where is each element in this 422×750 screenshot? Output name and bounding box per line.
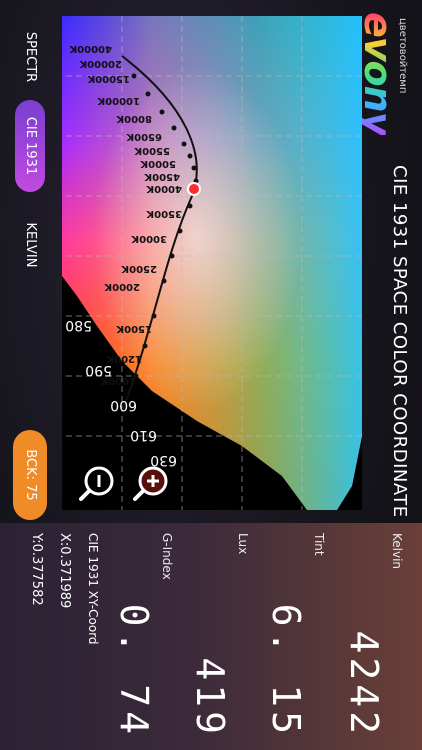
cct-label: 4500K — [143, 171, 180, 182]
lux-label: Lux — [236, 533, 250, 555]
wavelength-label: 610 — [130, 427, 157, 443]
x-coord-value: X:0.371989 — [57, 533, 72, 609]
cct-label: 20000K — [78, 58, 122, 69]
cct-label: 2500K — [120, 263, 157, 274]
cct-label: 6500K — [125, 131, 162, 142]
cct-label: 5500K — [133, 145, 170, 156]
zoom-out-icon — [79, 466, 114, 501]
brand-wordmark: evony — [356, 12, 400, 136]
zoom-in-button[interactable] — [132, 464, 170, 502]
tab-spectr[interactable]: SPECTR — [15, 22, 45, 92]
cie-diagram: 40000K 20000K 15000K 10000K 8000K 6500K … — [62, 16, 362, 510]
cct-label: 2000K — [103, 281, 140, 292]
xy-coord-title: CIE 1931 XY-Coord — [86, 533, 100, 645]
tab-kelvin[interactable]: KELVIN — [15, 210, 45, 280]
cct-label: 5000K — [139, 158, 176, 169]
lux-value: 419 — [188, 657, 232, 738]
kelvin-label: Kelvin — [390, 533, 404, 570]
cct-label: 4000K — [145, 183, 182, 194]
y-coord-value: Y:0.377582 — [29, 533, 44, 606]
tint-value: 6. 15 — [264, 603, 308, 738]
mode-tabs: SPECTR CIE 1931 KELVIN BCK: 75 — [0, 0, 60, 520]
zoom-out-button[interactable] — [78, 464, 116, 502]
readings-panel: Kelvin 4242 Tint 6. 15 Lux 419 G-Index 0… — [0, 523, 422, 750]
cct-label: 10000K — [96, 95, 140, 106]
cct-label: 40000K — [68, 43, 112, 54]
cie-chart[interactable]: 40000K 20000K 15000K 10000K 8000K 6500K … — [62, 16, 362, 510]
tab-cie-1931[interactable]: CIE 1931 — [15, 100, 45, 192]
zoom-in-icon — [133, 466, 168, 501]
kelvin-value: 4242 — [342, 630, 386, 738]
wavelength-label: 600 — [110, 397, 137, 413]
page-title: CIE 1931 SPACE COLOR COORDINATE — [389, 165, 410, 518]
cct-label: 3000K — [130, 233, 167, 244]
cct-label: 15000K — [86, 73, 130, 84]
cct-label: 3500K — [145, 208, 182, 219]
app-screen: цветовойтемп evony pro CIE 1931 SPACE CO… — [0, 0, 422, 750]
cct-label: 1500K — [115, 323, 152, 334]
wavelength-label: 590 — [85, 362, 112, 378]
wavelength-label: 580 — [65, 317, 92, 333]
measured-point-marker — [187, 182, 201, 196]
gindex-value: 0. 74 — [112, 603, 156, 738]
bck-button[interactable]: BCK: 75 — [13, 430, 47, 520]
gindex-label: G-Index — [160, 533, 174, 580]
cct-label: 8000K — [115, 113, 152, 124]
tint-label: Tint — [312, 533, 326, 556]
